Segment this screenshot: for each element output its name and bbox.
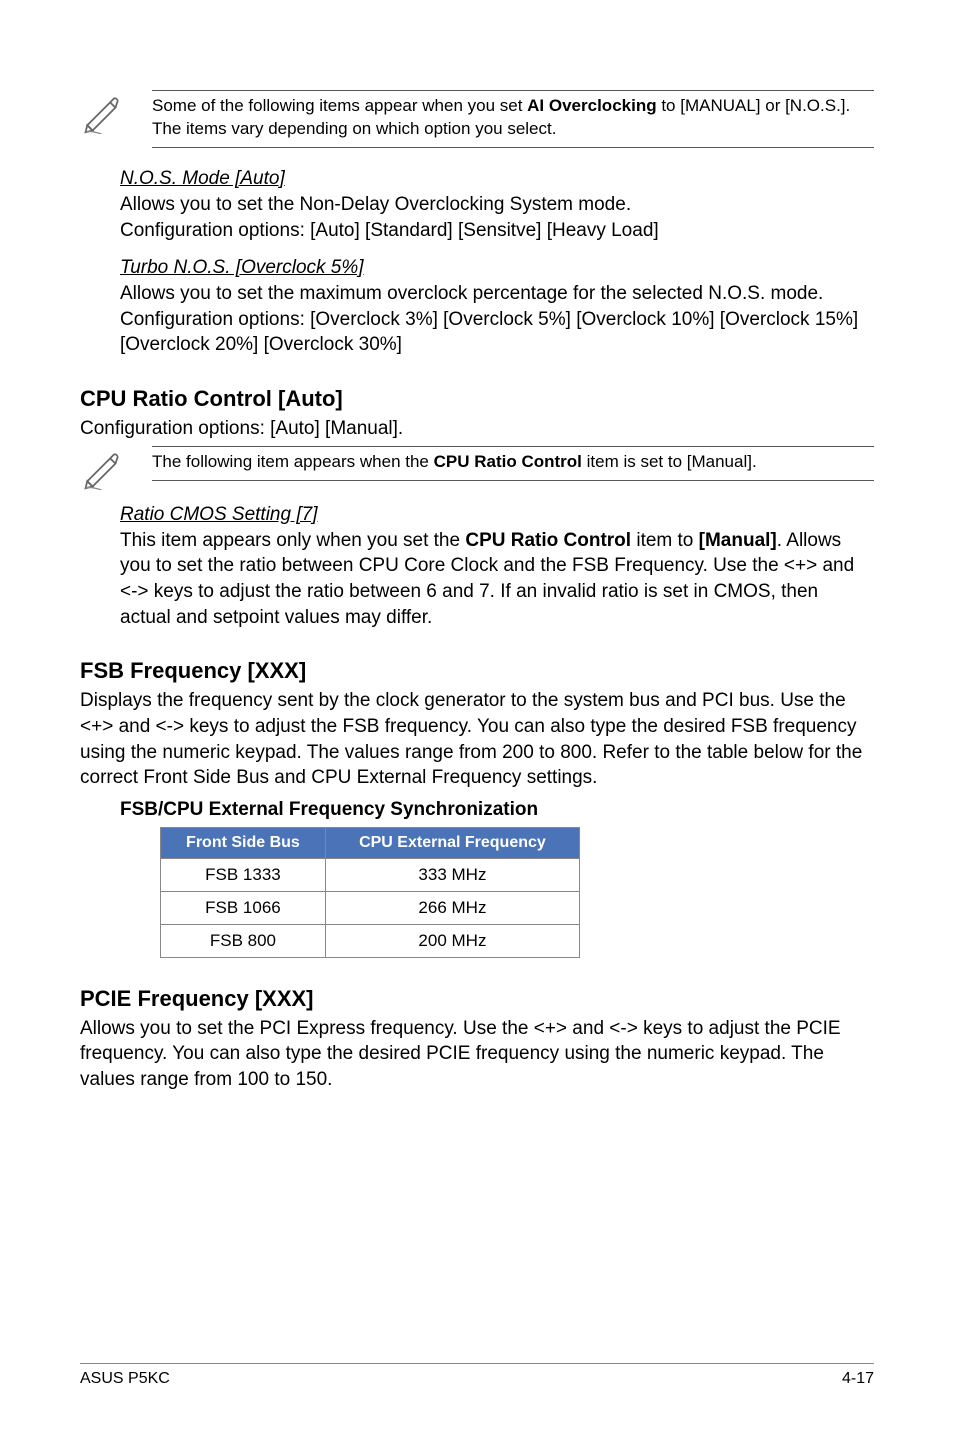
cpu-ratio-body: Configuration options: [Auto] [Manual]. — [80, 416, 874, 442]
table-title: FSB/CPU External Frequency Synchronizati… — [120, 799, 874, 821]
note-block: The following item appears when the CPU … — [80, 446, 874, 490]
ratio-cmos-heading: Ratio CMOS Setting [7] — [120, 504, 874, 526]
table-header: Front Side Bus — [161, 827, 326, 858]
footer-right: 4-17 — [842, 1370, 874, 1388]
page-footer: ASUS P5KC 4-17 — [80, 1363, 874, 1388]
note-text: The following item appears when the CPU … — [152, 446, 874, 481]
footer-left: ASUS P5KC — [80, 1370, 170, 1388]
cpu-ratio-heading: CPU Ratio Control [Auto] — [80, 386, 874, 412]
pcie-body: Allows you to set the PCI Express freque… — [80, 1016, 874, 1093]
ratio-cmos-body: This item appears only when you set the … — [120, 528, 874, 631]
pencil-icon — [80, 446, 128, 490]
nos-mode-heading: N.O.S. Mode [Auto] — [120, 168, 874, 190]
nos-mode-line1: Allows you to set the Non-Delay Overcloc… — [120, 192, 874, 218]
table-row: FSB 1066 266 MHz — [161, 891, 580, 924]
table-row: FSB 1333 333 MHz — [161, 858, 580, 891]
fsb-freq-body: Displays the frequency sent by the clock… — [80, 688, 874, 791]
turbo-body: Allows you to set the maximum overclock … — [120, 281, 874, 358]
turbo-heading: Turbo N.O.S. [Overclock 5%] — [120, 257, 874, 279]
pcie-heading: PCIE Frequency [XXX] — [80, 986, 874, 1012]
table-header: CPU External Frequency — [325, 827, 579, 858]
pencil-icon — [80, 90, 128, 134]
table-row: FSB 800 200 MHz — [161, 924, 580, 957]
fsb-table: Front Side Bus CPU External Frequency FS… — [160, 827, 580, 958]
note-block: Some of the following items appear when … — [80, 90, 874, 154]
nos-mode-line2: Configuration options: [Auto] [Standard]… — [120, 218, 874, 244]
fsb-freq-heading: FSB Frequency [XXX] — [80, 658, 874, 684]
note-text: Some of the following items appear when … — [152, 90, 874, 148]
